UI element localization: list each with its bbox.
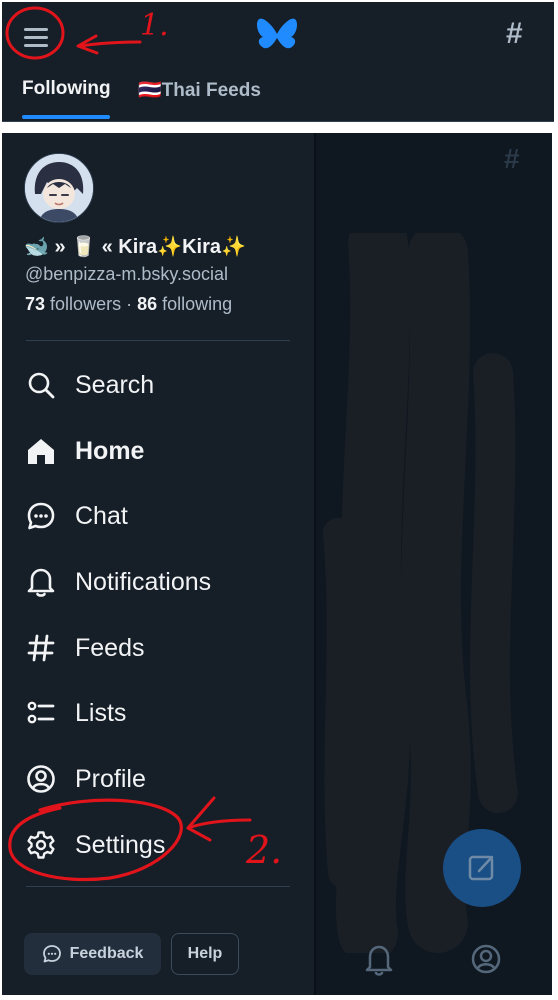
followers-count: 73 — [25, 294, 46, 314]
nav-item-label: Search — [75, 370, 155, 399]
nav-item-notifications[interactable]: Notifications — [24, 562, 294, 602]
annotation-step-1-label: 1. — [140, 8, 169, 43]
compose-button — [443, 829, 521, 907]
annotation-step-1 — [5, 6, 142, 60]
divider — [26, 340, 290, 341]
nav-item-lists[interactable]: Lists — [24, 693, 294, 733]
help-button-label: Help — [187, 945, 223, 962]
follow-counts: 73 followers · 86 following — [25, 294, 232, 315]
chat-icon — [42, 945, 61, 963]
person-icon — [471, 944, 501, 974]
tab-thai-feeds[interactable]: 🇹🇭Thai Feeds — [138, 78, 261, 102]
nav-item-label: Feeds — [75, 633, 145, 662]
nav-item-label: Notifications — [75, 567, 212, 596]
following-count: 86 — [137, 294, 158, 314]
active-tab-indicator — [22, 115, 110, 119]
drawer-edge — [314, 133, 316, 995]
list-icon — [24, 696, 58, 730]
divider — [2, 121, 554, 122]
count-separator: · — [126, 294, 133, 314]
hash-icon[interactable]: # — [506, 17, 523, 51]
nav-item-home[interactable]: Home — [24, 431, 294, 471]
nav-item-feeds[interactable]: Feeds — [24, 628, 294, 668]
help-button[interactable]: Help — [171, 933, 239, 975]
chat-icon — [24, 499, 58, 533]
avatar[interactable] — [24, 153, 94, 223]
feedback-button-label: Feedback — [69, 945, 144, 962]
display-name: 🐋 » 🥛 « Kira✨Kira✨ — [24, 236, 246, 258]
annotation-step-2-label: 2. — [246, 828, 283, 872]
tab-following[interactable]: Following — [22, 78, 111, 100]
followers-label: followers — [50, 294, 122, 314]
hash-icon: # — [504, 143, 520, 174]
following-label: following — [162, 294, 233, 314]
compose-icon — [468, 855, 494, 881]
bell-icon — [24, 565, 58, 599]
nav-item-search[interactable]: Search — [24, 365, 294, 405]
search-icon — [24, 368, 58, 402]
feedback-button[interactable]: Feedback — [24, 933, 161, 975]
home-icon — [24, 434, 58, 468]
nav-item-label: Home — [75, 436, 145, 465]
profile-handle: @benpizza-m.bsky.social — [25, 264, 229, 284]
nav-item-label: Lists — [75, 698, 127, 727]
bell-icon — [365, 945, 393, 976]
avatar-illustration — [25, 154, 93, 222]
butterfly-logo — [257, 18, 297, 49]
nav-item-label: Chat — [75, 501, 128, 530]
nav-item-chat[interactable]: Chat — [24, 496, 294, 536]
hash-icon — [24, 631, 58, 665]
